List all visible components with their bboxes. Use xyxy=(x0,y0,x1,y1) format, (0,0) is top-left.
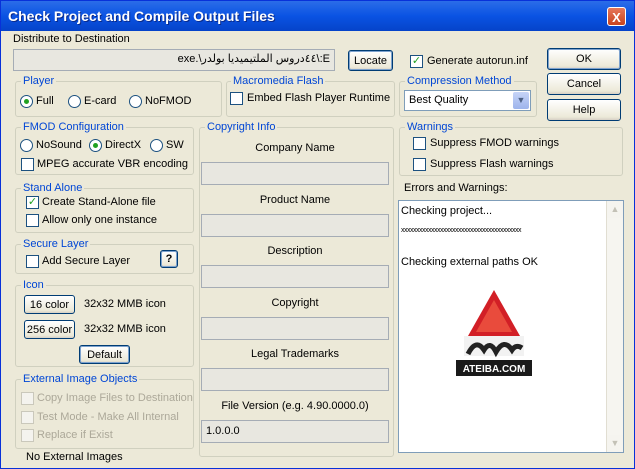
player-group-title: Player xyxy=(21,75,57,87)
player-nofmod-radio[interactable] xyxy=(129,95,142,108)
description-label: Description xyxy=(267,245,323,257)
warnings-title: Warnings xyxy=(405,121,456,133)
company-name-label: Company Name xyxy=(255,142,335,154)
icon-16-label: 32x32 MMB icon xyxy=(84,298,166,310)
icon-256-color-button[interactable]: 256 color xyxy=(24,320,75,339)
suppress-flash-label: Suppress Flash warnings xyxy=(430,158,554,170)
file-version-input[interactable]: 1.0.0.0 xyxy=(201,420,389,443)
mpeg-vbr-checkbox[interactable] xyxy=(21,158,34,171)
suppress-flash-checkbox[interactable] xyxy=(413,158,426,171)
errors-warnings-label: Errors and Warnings: xyxy=(404,182,508,194)
one-instance-label: Allow only one instance xyxy=(42,214,157,226)
player-ecard-label: E-card xyxy=(84,95,117,107)
suppress-fmod-label: Suppress FMOD warnings xyxy=(430,137,559,149)
fmod-sw-radio[interactable] xyxy=(150,139,163,152)
company-name-input[interactable] xyxy=(201,162,389,185)
one-instance-checkbox[interactable] xyxy=(26,214,39,227)
product-name-label: Product Name xyxy=(259,194,331,206)
test-mode-label: Test Mode - Make All Internal xyxy=(37,411,179,423)
secure-help-button[interactable]: ? xyxy=(160,250,178,268)
player-full-label: Full xyxy=(36,95,54,107)
icon-default-button[interactable]: Default xyxy=(79,345,130,364)
test-mode-checkbox[interactable] xyxy=(21,411,34,424)
replace-if-exist-checkbox[interactable] xyxy=(21,429,34,442)
locate-button[interactable]: Locate xyxy=(348,50,393,71)
generate-autorun-checkbox[interactable]: ✓ xyxy=(410,55,423,68)
add-secure-layer-label: Add Secure Layer xyxy=(42,255,131,267)
create-standalone-label: Create Stand-Alone file xyxy=(42,196,156,208)
compression-method-value: Best Quality xyxy=(409,94,469,106)
icon-group-title: Icon xyxy=(21,279,46,291)
generate-autorun-label: Generate autorun.inf xyxy=(427,55,528,67)
legal-trademarks-label: Legal Trademarks xyxy=(250,348,340,360)
fmod-configuration-title: FMOD Configuration xyxy=(21,121,126,133)
icon-256-label: 32x32 MMB icon xyxy=(84,323,166,335)
secure-layer-title: Secure Layer xyxy=(21,238,91,250)
errors-scrollbar[interactable]: ▲ ▼ xyxy=(606,201,623,452)
copyright-info-title: Copyright Info xyxy=(205,121,278,133)
fmod-nosound-radio[interactable] xyxy=(20,139,33,152)
ok-button[interactable]: OK xyxy=(547,48,621,70)
external-images-status: No External Images xyxy=(26,451,123,463)
add-secure-layer-checkbox[interactable] xyxy=(26,255,39,268)
close-button[interactable]: X xyxy=(607,7,626,26)
legal-trademarks-input[interactable] xyxy=(201,368,389,391)
player-ecard-radio[interactable] xyxy=(68,95,81,108)
fmod-nosound-label: NoSound xyxy=(36,139,82,151)
stand-alone-title: Stand Alone xyxy=(21,182,85,194)
destination-path-input[interactable]: E:\٤٤دروس الملتيميديا بولدر\.exe xyxy=(13,49,335,71)
embed-flash-checkbox[interactable] xyxy=(230,92,243,105)
stand-alone-group xyxy=(15,188,194,233)
destination-path-text: E:\٤٤دروس الملتيميديا بولدر\.exe xyxy=(177,53,330,65)
copy-image-files-checkbox[interactable] xyxy=(21,392,34,405)
player-nofmod-label: NoFMOD xyxy=(145,95,192,107)
compression-method-select[interactable]: Best Quality ▼ xyxy=(404,90,531,111)
compression-method-title: Compression Method xyxy=(405,75,514,87)
file-version-label: File Version (e.g. 4.90.0000.0) xyxy=(221,400,369,412)
mpeg-vbr-label: MPEG accurate VBR encoding xyxy=(37,158,189,170)
replace-if-exist-label: Replace if Exist xyxy=(37,429,113,441)
suppress-fmod-checkbox[interactable] xyxy=(413,137,426,150)
errors-line-2: xxxxxxxxxxxxxxxxxxxxxxxxxxxxxxxxxxxxxxxx xyxy=(401,227,522,234)
fmod-directx-radio[interactable] xyxy=(89,139,102,152)
external-image-objects-title: External Image Objects xyxy=(21,373,140,385)
copyright-label: Copyright xyxy=(271,297,319,309)
fmod-directx-label: DirectX xyxy=(105,139,142,151)
icon-16-color-button[interactable]: 16 color xyxy=(24,295,75,314)
file-version-value: 1.0.0.0 xyxy=(206,425,240,437)
errors-warnings-list[interactable]: Checking project... xxxxxxxxxxxxxxxxxxxx… xyxy=(398,200,624,453)
copyright-input[interactable] xyxy=(201,317,389,340)
title-bar[interactable]: Check Project and Compile Output Files X xyxy=(1,1,634,31)
player-full-radio[interactable] xyxy=(20,95,33,108)
help-button[interactable]: Help xyxy=(547,99,621,121)
errors-line-1: Checking project... xyxy=(401,205,493,217)
description-input[interactable] xyxy=(201,265,389,288)
dialog-window: Check Project and Compile Output Files X… xyxy=(0,0,635,469)
copy-image-files-label: Copy Image Files to Destination xyxy=(37,392,193,404)
scroll-up-icon[interactable]: ▲ xyxy=(607,201,623,218)
chevron-down-icon[interactable]: ▼ xyxy=(513,92,529,109)
macromedia-flash-title: Macromedia Flash xyxy=(231,75,326,87)
distribute-label: Distribute to Destination xyxy=(13,33,130,45)
fmod-sw-label: SW xyxy=(166,139,184,151)
logo-text: ATEIBA.COM xyxy=(463,364,526,375)
errors-line-3: Checking external paths OK xyxy=(401,256,538,268)
scroll-down-icon[interactable]: ▼ xyxy=(607,435,623,452)
cancel-button[interactable]: Cancel xyxy=(547,73,621,95)
create-standalone-checkbox[interactable]: ✓ xyxy=(26,196,39,209)
window-title: Check Project and Compile Output Files xyxy=(8,8,275,24)
close-icon: X xyxy=(612,10,621,25)
product-name-input[interactable] xyxy=(201,214,389,237)
ateiba-logo-icon: ATEIBA.COM xyxy=(456,290,532,376)
embed-flash-label: Embed Flash Player Runtime xyxy=(247,92,391,104)
